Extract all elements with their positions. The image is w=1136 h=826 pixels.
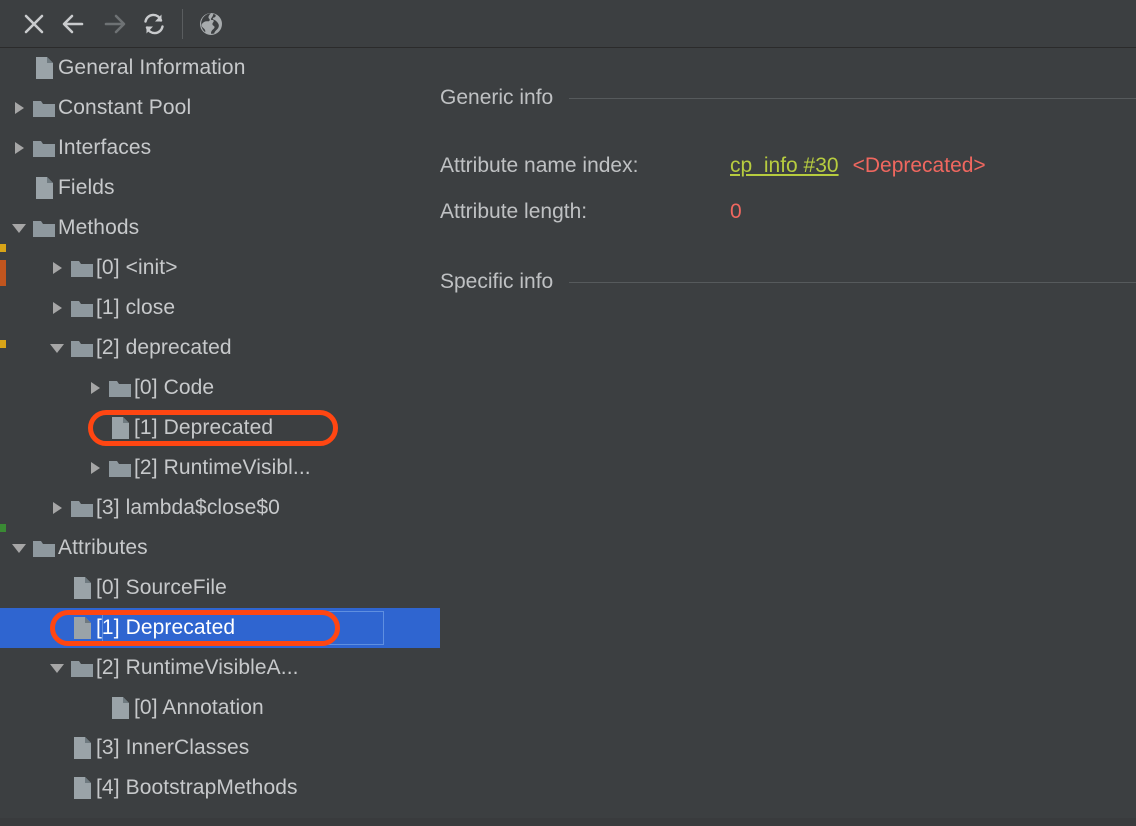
attribute-name-index-label: Attribute name index: [440,154,639,177]
globe-icon[interactable] [191,4,231,44]
tree-row[interactable]: Fields [0,168,440,208]
forward-arrow-icon [94,4,134,44]
chevron-down-icon[interactable] [8,208,30,248]
attribute-name-value: <Deprecated> [852,154,986,177]
tree-row-label: [4] BootstrapMethods [96,776,298,799]
class-structure-tree[interactable]: General Information Constant Pool Interfac… [0,48,440,818]
tree-row-label: [1] Deprecated [134,416,274,439]
reload-icon[interactable] [134,4,174,44]
back-arrow-icon[interactable] [54,4,94,44]
tree-row[interactable]: Constant Pool [0,88,440,128]
tree-row[interactable]: Methods [0,208,440,248]
folder-icon [68,248,96,288]
tree-row[interactable]: [4] BootstrapMethods [0,768,440,808]
specific-info-title: Specific info [440,270,554,293]
file-icon [106,688,134,728]
tree-row-label: [2] RuntimeVisibleA... [96,656,299,679]
tree-row[interactable]: [2] RuntimeVisibleA... [0,648,440,688]
generic-info-title: Generic info [440,86,554,109]
tree-row-label: [1] close [96,296,176,319]
folder-icon [30,208,58,248]
chevron-right-icon[interactable] [84,448,106,488]
tree-row[interactable]: Interfaces [0,128,440,168]
tree-row-label: Attributes [58,536,148,559]
file-icon [30,168,58,208]
tree-row[interactable]: [0] Annotation [0,688,440,728]
tree-row-label: Methods [58,216,140,239]
folder-icon [68,488,96,528]
chevron-right-icon[interactable] [84,368,106,408]
tree-row[interactable]: [0] SourceFile [0,568,440,608]
tree-row[interactable]: [1] Deprecated [0,408,440,448]
tree-row[interactable]: [1] close [0,288,440,328]
chevron-down-icon[interactable] [8,528,30,568]
folder-icon [68,648,96,688]
chevron-down-icon[interactable] [46,328,68,368]
tree-row-label: Fields [58,176,115,199]
close-icon[interactable] [14,4,54,44]
tree-row-label: [0] SourceFile [96,576,227,599]
attribute-length-value: 0 [730,200,742,223]
chevron-down-icon[interactable] [46,648,68,688]
folder-icon [30,128,58,168]
chevron-right-icon[interactable] [8,128,30,168]
section-divider [569,97,1136,99]
attribute-name-index-row: Attribute name index: cp_info #30 <Depre… [440,154,986,178]
folder-icon [106,448,134,488]
tree-row[interactable]: [3] lambda$close$0 [0,488,440,528]
file-icon [68,728,96,768]
tree-row-label: [2] deprecated [96,336,232,359]
attribute-length-label: Attribute length: [440,200,588,223]
tree-row-label: [0] Code [134,376,215,399]
tree-row[interactable]: [1] Deprecated [0,608,440,648]
tree-row-label: Interfaces [58,136,152,159]
folder-icon [30,88,58,128]
tree-row-label: [2] RuntimeVisibl... [134,456,311,479]
detail-panel: Generic info Attribute name index: cp_in… [440,48,1136,818]
file-icon [68,768,96,808]
tree-row[interactable]: [0] <init> [0,248,440,288]
tree-row[interactable]: [3] InnerClasses [0,728,440,768]
toolbar-separator [182,8,183,39]
file-icon [68,568,96,608]
generic-info-section-header: Generic info [440,86,1136,110]
main-content: General Information Constant Pool Interfac… [0,48,1136,818]
bottom-strip [0,818,1136,826]
file-icon [106,408,134,448]
chevron-right-icon[interactable] [46,248,68,288]
chevron-right-icon[interactable] [46,288,68,328]
chevron-right-icon[interactable] [46,488,68,528]
cp-info-link[interactable]: cp_info #30 [730,154,839,178]
folder-icon [68,288,96,328]
tree-row-label: [3] InnerClasses [96,736,250,759]
attribute-length-row: Attribute length: 0 [440,200,742,224]
tree-row[interactable]: Attributes [0,528,440,568]
section-divider [569,281,1136,283]
tree-row-label: [0] Annotation [134,696,264,719]
specific-info-section-header: Specific info [440,270,1136,294]
tree-row[interactable]: General Information [0,48,440,88]
file-icon [68,608,96,648]
folder-icon [68,328,96,368]
tree-row-label: [1] Deprecated [96,616,236,639]
tree-row-label: General Information [58,56,246,79]
tree-row-label: Constant Pool [58,96,192,119]
chevron-right-icon[interactable] [8,88,30,128]
tree-row-label: [3] lambda$close$0 [96,496,280,519]
file-icon [30,48,58,88]
tree-row[interactable]: [2] deprecated [0,328,440,368]
toolbar [0,0,1136,48]
tree-row[interactable]: [2] RuntimeVisibl... [0,448,440,488]
tree-row-label: [0] <init> [96,256,178,279]
folder-icon [30,528,58,568]
folder-icon [106,368,134,408]
tree-row[interactable]: [0] Code [0,368,440,408]
